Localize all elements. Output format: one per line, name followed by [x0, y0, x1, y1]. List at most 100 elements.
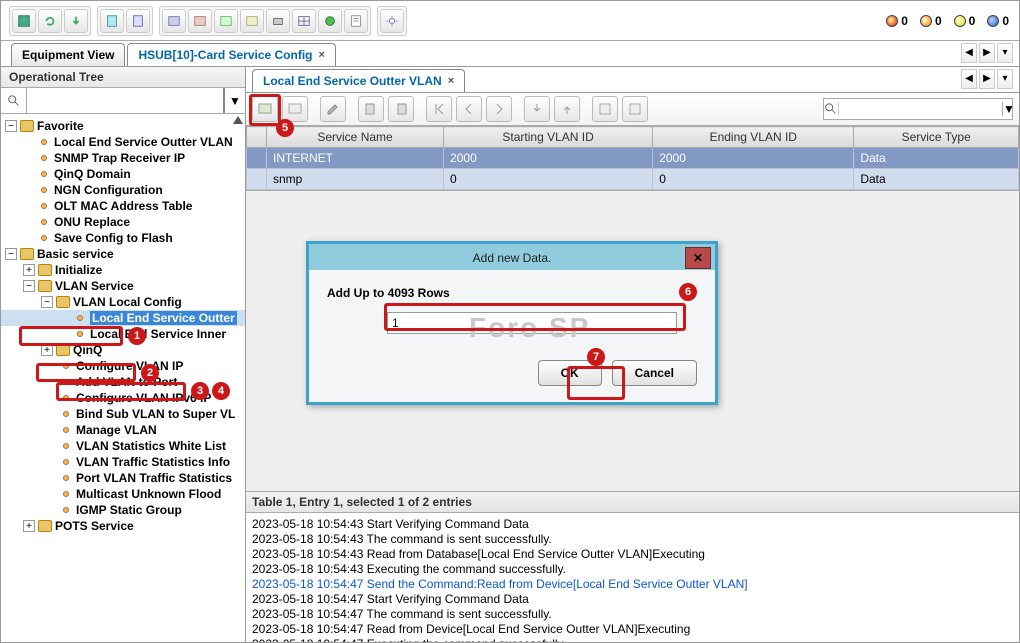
alarm-info[interactable]: 0 [987, 14, 1009, 28]
tab-local-end-outter-vlan[interactable]: Local End Service Outter VLAN× [252, 69, 465, 92]
tree-item[interactable]: IGMP Static Group [1, 502, 245, 518]
tree-item[interactable]: Local End Service Outter VLAN [1, 134, 245, 150]
tree-basic-service[interactable]: −Basic service [1, 246, 245, 262]
tree-item[interactable]: Configure VLAN IP [1, 358, 245, 374]
tree-qinq[interactable]: +QinQ [1, 342, 245, 358]
tb-doc2-icon[interactable] [126, 9, 150, 33]
paste-icon[interactable] [388, 96, 414, 122]
gear-icon [37, 231, 51, 245]
tabs-next-icon[interactable]: ▶ [979, 69, 995, 89]
import-icon[interactable] [524, 96, 550, 122]
tabs-prev-icon[interactable]: ◀ [961, 43, 977, 63]
add-data-dialog: Add new Data. ✕ Foro SP Add Up to 4093 R… [306, 241, 718, 405]
tb-sheet3-icon[interactable] [214, 9, 238, 33]
col-start-vlan[interactable]: Starting VLAN ID [444, 127, 653, 148]
tree-local-end-inner[interactable]: Local End Service Inner [1, 326, 245, 342]
tree-item[interactable]: QinQ Domain [1, 166, 245, 182]
tree-item[interactable]: Bind Sub VLAN to Super VL [1, 406, 245, 422]
tree-item[interactable]: SNMP Trap Receiver IP [1, 150, 245, 166]
tb-settings-icon[interactable] [380, 9, 404, 33]
tab-card-service-config[interactable]: HSUB[10]-Card Service Config× [127, 43, 335, 66]
close-icon[interactable]: × [319, 49, 325, 61]
edit-icon[interactable] [320, 96, 346, 122]
first-icon[interactable] [426, 96, 452, 122]
tree-item[interactable]: Save Config to Flash [1, 230, 245, 246]
alarm-major[interactable]: 0 [920, 14, 942, 28]
add-row-icon[interactable] [252, 96, 278, 122]
filter2-icon[interactable] [622, 96, 648, 122]
gear-icon [59, 359, 73, 373]
gear-icon [37, 215, 51, 229]
tab-equipment-view[interactable]: Equipment View [11, 43, 125, 66]
tb-refresh-icon[interactable] [38, 9, 62, 33]
collapse-icon[interactable]: − [5, 248, 17, 260]
col-service-type[interactable]: Service Type [854, 127, 1019, 148]
content-search-input[interactable] [839, 102, 1002, 116]
collapse-icon[interactable]: − [5, 120, 17, 132]
log-line: 2023-05-18 10:54:47 Read from Device[Loc… [252, 622, 1013, 637]
prev-icon[interactable] [456, 96, 482, 122]
tabs-menu-icon[interactable]: ▾ [997, 43, 1013, 63]
expand-icon[interactable]: + [23, 520, 35, 532]
tree-item[interactable]: NGN Configuration [1, 182, 245, 198]
tb-grid-icon[interactable] [292, 9, 316, 33]
expand-icon[interactable]: + [41, 344, 53, 356]
dialog-title: Add new Data. ✕ [309, 244, 715, 270]
col-end-vlan[interactable]: Ending VLAN ID [653, 127, 854, 148]
status-indicators: 0 0 0 0 [886, 14, 1009, 28]
tb-report-icon[interactable] [344, 9, 368, 33]
copy-icon[interactable] [358, 96, 384, 122]
expand-icon[interactable]: + [23, 264, 35, 276]
tree-initialize[interactable]: +Initialize [1, 262, 245, 278]
tree-item[interactable]: VLAN Statistics White List [1, 438, 245, 454]
close-icon[interactable]: × [448, 75, 454, 87]
tree-item[interactable]: ONU Replace [1, 214, 245, 230]
tree-item[interactable]: Manage VLAN [1, 422, 245, 438]
tb-doc1-icon[interactable] [100, 9, 124, 33]
collapse-icon[interactable]: − [41, 296, 53, 308]
table-row[interactable]: INTERNET20002000Data [247, 148, 1019, 169]
tree-search-input[interactable] [27, 88, 223, 113]
table-row[interactable]: snmp00Data [247, 169, 1019, 190]
collapse-icon[interactable]: − [23, 280, 35, 292]
tb-save-icon[interactable] [12, 9, 36, 33]
tree-favorite[interactable]: −Favorite [1, 118, 245, 134]
tb-sheet1-icon[interactable] [162, 9, 186, 33]
tb-print-icon[interactable] [266, 9, 290, 33]
tab-label: Equipment View [22, 48, 114, 62]
tree-local-end-outter[interactable]: Local End Service Outter [1, 310, 245, 326]
export-icon[interactable] [554, 96, 580, 122]
tree-item[interactable]: VLAN Traffic Statistics Info [1, 454, 245, 470]
content-toolbar: 5 ▼ [246, 93, 1019, 126]
badge-1: 1 [128, 327, 146, 345]
next-icon[interactable] [486, 96, 512, 122]
tree-pots-service[interactable]: +POTS Service [1, 518, 245, 534]
tabs-menu-icon[interactable]: ▾ [997, 69, 1013, 89]
tree-item[interactable]: Multicast Unknown Flood [1, 486, 245, 502]
search-dropdown-icon[interactable]: ▼ [1002, 102, 1015, 116]
tabs-next-icon[interactable]: ▶ [979, 43, 995, 63]
badge-5: 5 [276, 119, 294, 137]
gear-icon [59, 375, 73, 389]
tree-item[interactable]: Port VLAN Traffic Statistics [1, 470, 245, 486]
gear-icon [59, 487, 73, 501]
gear-icon [59, 407, 73, 421]
log-line: 2023-05-18 10:54:43 The command is sent … [252, 532, 1013, 547]
filter1-icon[interactable] [592, 96, 618, 122]
alarm-critical[interactable]: 0 [886, 14, 908, 28]
search-dropdown-icon[interactable]: ▼ [223, 88, 245, 113]
tb-sheet2-icon[interactable] [188, 9, 212, 33]
dialog-close-icon[interactable]: ✕ [685, 247, 711, 269]
tb-sheet4-icon[interactable] [240, 9, 264, 33]
tree-vlan-service[interactable]: −VLAN Service [1, 278, 245, 294]
alarm-minor[interactable]: 0 [954, 14, 976, 28]
rows-input[interactable] [387, 312, 677, 334]
folder-icon [38, 264, 52, 276]
tb-globe-icon[interactable] [318, 9, 342, 33]
tree-item[interactable]: OLT MAC Address Table [1, 198, 245, 214]
command-log[interactable]: 2023-05-18 10:54:43 Start Verifying Comm… [246, 512, 1019, 642]
tb-down-icon[interactable] [64, 9, 88, 33]
tree-vlan-local-config[interactable]: −VLAN Local Config [1, 294, 245, 310]
tabs-prev-icon[interactable]: ◀ [961, 69, 977, 89]
cancel-button[interactable]: Cancel [612, 360, 697, 386]
